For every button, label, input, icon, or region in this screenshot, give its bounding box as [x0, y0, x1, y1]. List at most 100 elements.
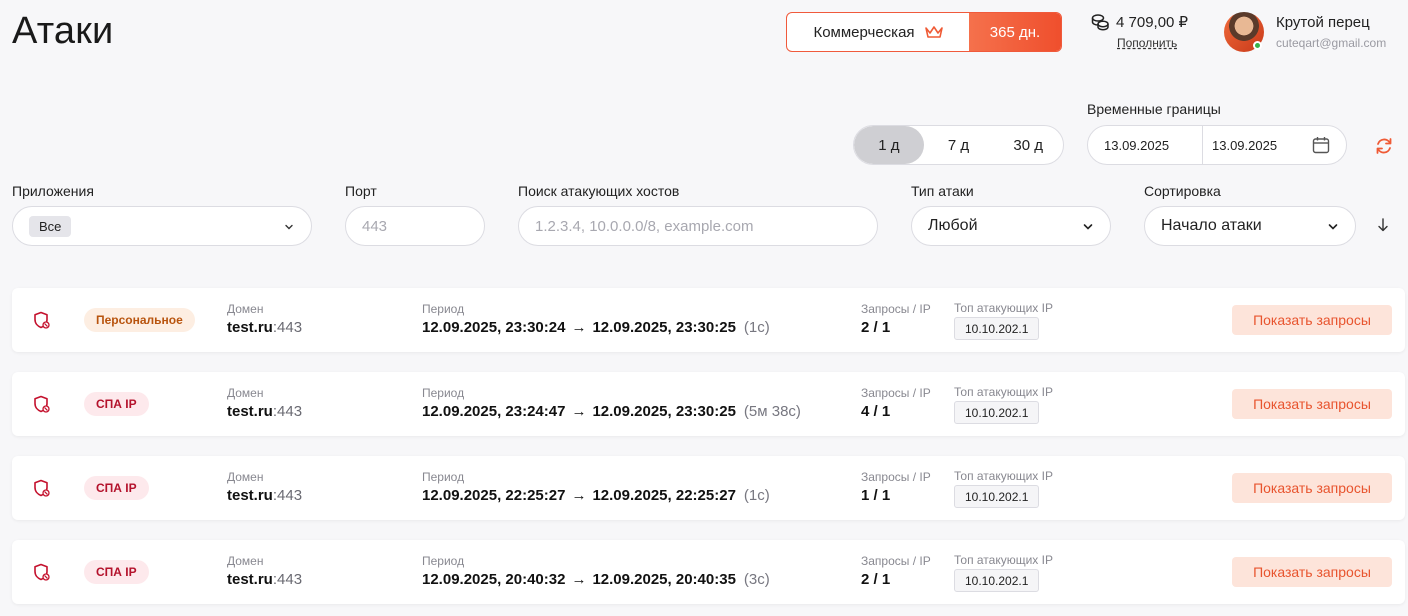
- online-status-dot: [1253, 41, 1262, 50]
- top-ips-label: Топ атакующих IP: [954, 385, 1053, 399]
- period-label: Период: [422, 470, 465, 484]
- sort-value: Начало атаки: [1161, 217, 1262, 234]
- top-ip-chip[interactable]: 10.10.202.1: [954, 401, 1040, 424]
- requests-value: 4 / 1: [861, 403, 891, 420]
- top-ips-label: Топ атакующих IP: [954, 553, 1053, 567]
- domain-value: test.ru:443: [227, 403, 302, 420]
- requests-value: 2 / 1: [861, 571, 891, 588]
- chevron-down-icon: [1083, 224, 1093, 230]
- attack-type-label: Тип атаки: [911, 183, 974, 199]
- refresh-icon[interactable]: [1374, 136, 1394, 156]
- shield-alert-icon: [34, 479, 50, 497]
- domain-name: test.ru: [227, 487, 273, 504]
- arrow-right-icon: →: [571, 319, 587, 336]
- top-ip-chip[interactable]: 10.10.202.1: [954, 317, 1040, 340]
- attack-row[interactable]: СПА IP Домен test.ru:443 Период 12.09.20…: [12, 372, 1405, 436]
- show-requests-button[interactable]: Показать запросы: [1232, 389, 1392, 419]
- attack-type-badge: СПА IP: [84, 392, 149, 416]
- domain-name: test.ru: [227, 403, 273, 420]
- search-placeholder: 1.2.3.4, 10.0.0.0/8, example.com: [535, 217, 754, 235]
- period-start: 12.09.2025, 23:30:24: [422, 319, 566, 336]
- period-end: 12.09.2025, 23:30:25: [592, 403, 736, 420]
- apps-label: Приложения: [12, 183, 94, 199]
- user-name[interactable]: Крутой перец: [1276, 14, 1370, 31]
- requests-label: Запросы / IP: [861, 554, 931, 568]
- balance-widget: 4 709,00 ₽ Пополнить: [1090, 12, 1200, 50]
- domain-name: test.ru: [227, 571, 273, 588]
- requests-label: Запросы / IP: [861, 302, 931, 316]
- period-start: 12.09.2025, 22:25:27: [422, 487, 566, 504]
- apps-chip-all[interactable]: Все: [29, 215, 72, 237]
- plan-name-label: Коммерческая: [813, 23, 915, 41]
- period-duration: (1с): [743, 319, 770, 336]
- domain-port: :443: [272, 487, 303, 504]
- period-duration: (3с): [743, 571, 770, 588]
- shield-alert-icon: [34, 563, 50, 581]
- plan-name[interactable]: Коммерческая: [787, 13, 969, 51]
- shield-alert-icon: [34, 395, 50, 413]
- domain-port: :443: [272, 403, 303, 420]
- period-end: 12.09.2025, 20:40:35: [592, 571, 736, 588]
- range-30d-button[interactable]: 30 д: [993, 126, 1063, 164]
- period-label: Период: [422, 302, 465, 316]
- requests-label: Запросы / IP: [861, 470, 931, 484]
- range-7d-button[interactable]: 7 д: [924, 126, 994, 164]
- domain-port: :443: [272, 319, 303, 336]
- requests-value: 2 / 1: [861, 319, 891, 336]
- domain-name: test.ru: [227, 319, 273, 336]
- date-from-input[interactable]: 13.09.2025: [1088, 126, 1203, 164]
- period-label: Период: [422, 386, 465, 400]
- period-duration: (1с): [743, 487, 770, 504]
- requests-value: 1 / 1: [861, 487, 891, 504]
- period-value: 12.09.2025, 20:40:32 → 12.09.2025, 20:40:3…: [422, 571, 770, 588]
- period-end: 12.09.2025, 22:25:27: [592, 487, 736, 504]
- attack-row[interactable]: Персональное Домен test.ru:443 Период 12…: [12, 288, 1405, 352]
- attack-type-select[interactable]: Любой: [911, 206, 1111, 246]
- arrow-right-icon: →: [571, 571, 587, 588]
- period-start: 12.09.2025, 20:40:32: [422, 571, 566, 588]
- period-end: 12.09.2025, 23:30:25: [592, 319, 736, 336]
- topup-link[interactable]: Пополнить: [1117, 36, 1200, 50]
- chevron-down-icon: [285, 224, 293, 230]
- port-label: Порт: [345, 183, 377, 199]
- period-value: 12.09.2025, 23:24:47 → 12.09.2025, 23:30:2…: [422, 403, 801, 420]
- requests-label: Запросы / IP: [861, 386, 931, 400]
- show-requests-button[interactable]: Показать запросы: [1232, 473, 1392, 503]
- sort-label: Сортировка: [1144, 183, 1221, 199]
- top-ip-chip[interactable]: 10.10.202.1: [954, 485, 1040, 508]
- attack-type-value: Любой: [928, 217, 978, 234]
- show-requests-button[interactable]: Показать запросы: [1232, 305, 1392, 335]
- date-range-picker[interactable]: 13.09.2025 13.09.2025: [1087, 125, 1347, 165]
- sort-select[interactable]: Начало атаки: [1144, 206, 1356, 246]
- top-ip-chip[interactable]: 10.10.202.1: [954, 569, 1040, 592]
- top-ips-label: Топ атакующих IP: [954, 469, 1053, 483]
- domain-value: test.ru:443: [227, 487, 302, 504]
- attack-type-badge: СПА IP: [84, 560, 149, 584]
- domain-value: test.ru:443: [227, 571, 302, 588]
- page-title: Атаки: [12, 10, 114, 52]
- apps-select[interactable]: Все: [12, 206, 312, 246]
- domain-port: :443: [272, 571, 303, 588]
- sort-direction-icon[interactable]: [1376, 217, 1390, 233]
- attack-type-badge: Персональное: [84, 308, 195, 332]
- plan-days[interactable]: 365 дн.: [969, 13, 1061, 51]
- search-label: Поиск атакующих хостов: [518, 183, 680, 199]
- search-input[interactable]: 1.2.3.4, 10.0.0.0/8, example.com: [518, 206, 878, 246]
- attack-row[interactable]: СПА IP Домен test.ru:443 Период 12.09.20…: [12, 456, 1405, 520]
- arrow-right-icon: →: [571, 403, 587, 420]
- period-value: 12.09.2025, 23:30:24 → 12.09.2025, 23:30:2…: [422, 319, 770, 336]
- port-input[interactable]: 443: [345, 206, 485, 246]
- plan-widget[interactable]: Коммерческая 365 дн.: [786, 12, 1062, 52]
- time-bounds-label: Временные границы: [1087, 101, 1221, 117]
- calendar-icon[interactable]: [1312, 136, 1330, 154]
- range-1d-button[interactable]: 1 д: [854, 126, 924, 164]
- port-placeholder: 443: [362, 217, 388, 235]
- arrow-right-icon: →: [571, 487, 587, 504]
- attack-row[interactable]: СПА IP Домен test.ru:443 Период 12.09.20…: [12, 540, 1405, 604]
- domain-label: Домен: [227, 554, 264, 568]
- domain-value: test.ru:443: [227, 319, 302, 336]
- period-duration: (5м 38с): [743, 403, 801, 420]
- period-start: 12.09.2025, 23:24:47: [422, 403, 566, 420]
- balance-amount: 4 709,00 ₽: [1116, 14, 1189, 31]
- show-requests-button[interactable]: Показать запросы: [1232, 557, 1392, 587]
